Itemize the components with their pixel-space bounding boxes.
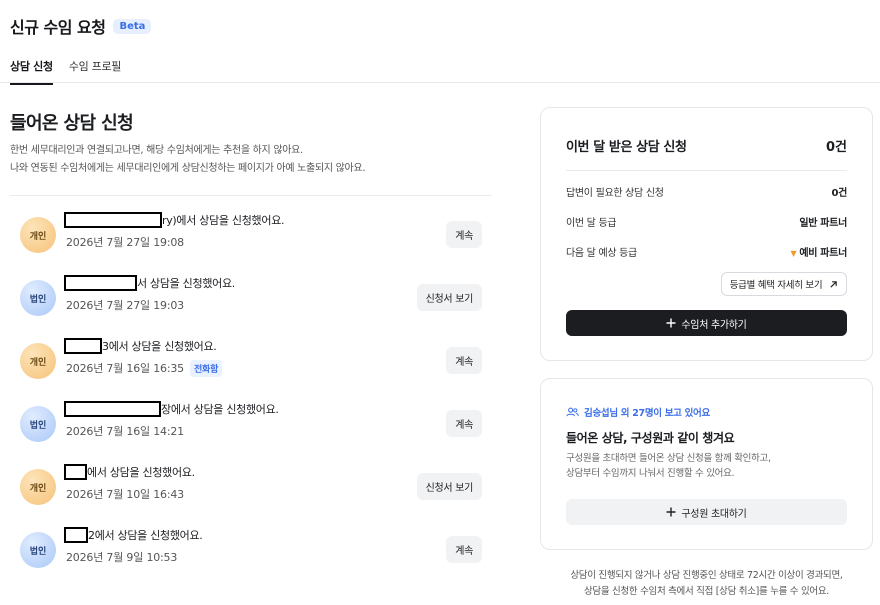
footnote-line: 상담이 진행되지 않거나 상담 진행중인 상태로 72시간 이상이 경과되면, <box>570 570 843 581</box>
stat-row-next-grade: 다음 달 예상 등급 ▼ 예비 파트너 <box>566 244 847 259</box>
avatar-corporate: 법인 <box>20 280 56 316</box>
people-icon <box>566 407 579 417</box>
redacted-name <box>64 464 87 480</box>
avatar-personal: 개인 <box>20 469 56 505</box>
stat-label: 답변이 필요한 상담 신청 <box>566 188 664 199</box>
stat-row-current-grade: 이번 달 등급 일반 파트너 <box>566 214 847 229</box>
arrow-up-right-icon <box>830 281 837 288</box>
tabs-divider <box>0 82 880 83</box>
tab-bar: 상담 신청 수임 프로필 <box>10 58 121 85</box>
cancellation-footnote: 상담이 진행되지 않거나 상담 진행중인 상태로 72시간 이상이 경과되면, … <box>540 568 873 600</box>
request-date: 2026년 7월 16일 16:35 전화함 <box>66 360 223 377</box>
stat-row-pending: 답변이 필요한 상담 신청 0건 <box>566 184 847 199</box>
page-title: 신규 수임 요청 <box>10 18 106 37</box>
request-text: 서 상담을 신청했어요. <box>137 277 235 290</box>
request-date-text: 2026년 7월 9일 10:53 <box>66 551 178 564</box>
tab-profile[interactable]: 수임 프로필 <box>69 58 122 85</box>
section-description: 한번 세무대리인과 연결되고나면, 해당 수임처에게는 추천을 하지 않아요. … <box>10 142 366 178</box>
monthly-stats-card: 이번 달 받은 상담 신청 0건 답변이 필요한 상담 신청 0건 이번 달 등… <box>540 107 873 361</box>
list-divider <box>10 195 492 196</box>
grade-benefits-label: 등급별 혜택 자세히 보기 <box>729 280 823 291</box>
redacted-name <box>64 401 161 417</box>
request-date: 2026년 7월 9일 10:53 <box>66 549 177 565</box>
continue-button[interactable]: 계속 <box>446 536 482 563</box>
request-item[interactable]: 개인 에서 상담을 신청했어요. 2026년 7월 10일 16:43 신청서 … <box>20 462 482 512</box>
request-date-text: 2026년 7월 27일 19:08 <box>66 236 184 249</box>
description-line: 한번 세무대리인과 연결되고나면, 해당 수임처에게는 추천을 하지 않아요. <box>10 145 303 156</box>
viewers-notice: 김승섭님 외 27명이 보고 있어요 <box>566 405 710 419</box>
stat-value: 일반 파트너 <box>799 218 847 229</box>
request-date-text: 2026년 7월 10일 16:43 <box>66 488 184 501</box>
view-application-button[interactable]: 신청서 보기 <box>416 284 482 311</box>
request-message: 2에서 상담을 신청했어요. <box>64 527 203 543</box>
redacted-name <box>64 212 162 228</box>
request-date: 2026년 7월 16일 14:21 <box>66 423 184 439</box>
request-item[interactable]: 개인 ry)에서 상담을 신청했어요. 2026년 7월 27일 19:08 계… <box>20 210 482 260</box>
request-item[interactable]: 법인 서 상담을 신청했어요. 2026년 7월 27일 19:03 신청서 보… <box>20 273 482 323</box>
grade-benefits-button[interactable]: 등급별 혜택 자세히 보기 <box>720 272 847 296</box>
avatar-personal: 개인 <box>20 217 56 253</box>
invite-members-button[interactable]: 구성원 초대하기 <box>566 499 847 525</box>
stat-value: 0건 <box>831 188 847 199</box>
request-text: 2에서 상담을 신청했어요. <box>88 529 203 542</box>
request-message: 서 상담을 신청했어요. <box>64 275 235 291</box>
request-item[interactable]: 법인 장에서 상담을 신청했어요. 2026년 7월 16일 14:21 계속 <box>20 399 482 449</box>
invite-members-card: 김승섭님 외 27명이 보고 있어요 들어온 상담, 구성원과 같이 챙겨요 구… <box>540 378 873 550</box>
viewers-text: 김승섭님 외 27명이 보고 있어요 <box>584 408 710 419</box>
request-date: 2026년 7월 10일 16:43 <box>66 486 184 502</box>
stat-value: 예비 파트너 <box>799 248 847 259</box>
avatar-personal: 개인 <box>20 343 56 379</box>
plus-icon <box>666 318 676 328</box>
avatar-corporate: 법인 <box>20 532 56 568</box>
called-tag: 전화함 <box>189 360 223 377</box>
request-date-text: 2026년 7월 27일 19:03 <box>66 299 184 312</box>
request-text: 장에서 상담을 신청했어요. <box>161 403 279 416</box>
page-header: 신규 수임 요청 Beta <box>10 14 152 38</box>
request-date: 2026년 7월 27일 19:03 <box>66 297 184 313</box>
stat-label: 다음 달 예상 등급 <box>566 248 637 259</box>
stats-total-value: 0건 <box>825 140 847 155</box>
avatar-corporate: 법인 <box>20 406 56 442</box>
tab-consultation[interactable]: 상담 신청 <box>10 58 53 85</box>
request-message: ry)에서 상담을 신청했어요. <box>64 212 285 228</box>
invite-title: 들어온 상담, 구성원과 같이 챙겨요 <box>566 431 735 445</box>
redacted-name <box>64 338 102 354</box>
stats-title: 이번 달 받은 상담 신청 <box>566 140 687 155</box>
request-date-text: 2026년 7월 16일 16:35 <box>66 362 184 375</box>
footnote-line: 상담을 신청한 수임처 측에서 직접 [상담 취소]를 누를 수 있어요. <box>583 586 829 597</box>
stat-value-wrap: ▼ 예비 파트너 <box>790 244 847 259</box>
request-item[interactable]: 개인 3에서 상담을 신청했어요. 2026년 7월 16일 16:35 전화함 … <box>20 336 482 386</box>
continue-button[interactable]: 계속 <box>446 347 482 374</box>
caret-down-icon: ▼ <box>790 249 797 258</box>
request-text: ry)에서 상담을 신청했어요. <box>162 214 285 227</box>
add-client-label: 수임처 추가하기 <box>681 319 747 331</box>
invite-members-label: 구성원 초대하기 <box>681 508 747 520</box>
beta-badge: Beta <box>113 18 152 34</box>
add-client-button[interactable]: 수임처 추가하기 <box>566 310 847 336</box>
request-message: 3에서 상담을 신청했어요. <box>64 338 217 354</box>
redacted-name <box>64 527 88 543</box>
continue-button[interactable]: 계속 <box>446 410 482 437</box>
request-item[interactable]: 법인 2에서 상담을 신청했어요. 2026년 7월 9일 10:53 계속 <box>20 525 482 575</box>
request-message: 에서 상담을 신청했어요. <box>64 464 195 480</box>
view-application-button[interactable]: 신청서 보기 <box>416 473 482 500</box>
description-line: 나와 연동된 수임처에게는 세무대리인에게 상담신청하는 페이지가 아예 노출되… <box>10 163 366 174</box>
invite-description: 구성원을 초대하면 들어온 상담 신청을 함께 확인하고, 상담부터 수임까지 … <box>566 451 771 481</box>
invite-description-line: 상담부터 수임까지 나눠서 진행할 수 있어요. <box>566 468 735 479</box>
request-date: 2026년 7월 27일 19:08 <box>66 234 184 250</box>
plus-icon <box>666 507 676 517</box>
request-text: 에서 상담을 신청했어요. <box>87 466 195 479</box>
request-text: 3에서 상담을 신청했어요. <box>102 340 217 353</box>
section-title: 들어온 상담 신청 <box>10 113 134 134</box>
redacted-name <box>64 275 137 291</box>
request-message: 장에서 상담을 신청했어요. <box>64 401 279 417</box>
request-date-text: 2026년 7월 16일 14:21 <box>66 425 184 438</box>
invite-description-line: 구성원을 초대하면 들어온 상담 신청을 함께 확인하고, <box>566 453 771 464</box>
continue-button[interactable]: 계속 <box>446 221 482 248</box>
stat-label: 이번 달 등급 <box>566 218 617 229</box>
stats-divider <box>566 170 847 171</box>
